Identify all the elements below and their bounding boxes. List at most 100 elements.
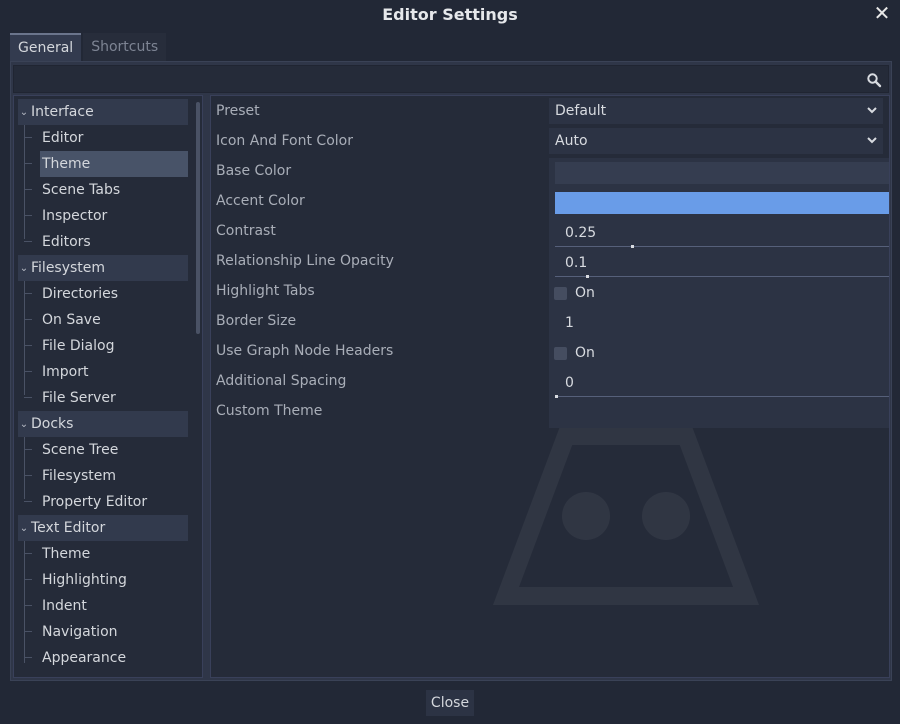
color-swatch xyxy=(555,192,889,214)
tab-general[interactable]: General xyxy=(10,33,82,61)
tree-guide xyxy=(24,475,32,476)
base-color-picker[interactable] xyxy=(549,158,889,188)
contrast-slider[interactable]: 0.25 xyxy=(549,218,889,248)
tree-guide xyxy=(24,501,32,502)
dropdown-value: Default xyxy=(555,103,607,119)
tree-guide xyxy=(24,137,32,138)
custom-theme-path-field[interactable] xyxy=(549,398,889,428)
tree-item-directories[interactable]: Directories xyxy=(42,281,188,307)
tree-item-label: Highlighting xyxy=(42,572,127,588)
property-label: Highlight Tabs xyxy=(216,283,315,299)
tree-section-filesystem[interactable]: ⌄ Filesystem xyxy=(18,255,188,281)
property-row-additional-spacing: Additional Spacing 0 xyxy=(211,366,889,398)
search-icon xyxy=(867,73,882,88)
property-label: Use Graph Node Headers xyxy=(216,343,394,359)
tree-guide xyxy=(24,122,25,239)
tree-item-theme[interactable]: Theme xyxy=(40,151,188,177)
tree-item-label: Filesystem xyxy=(42,468,117,484)
tree-guide xyxy=(24,293,32,294)
tree-item-appearance[interactable]: Appearance xyxy=(42,645,188,671)
checkbox-box[interactable] xyxy=(554,346,567,360)
tab-shortcuts[interactable]: Shortcuts xyxy=(83,33,167,61)
tree-item-on-save[interactable]: On Save xyxy=(42,307,188,333)
tree-item-highlighting[interactable]: Highlighting xyxy=(42,567,188,593)
tree-item-label: Indent xyxy=(42,598,87,614)
tree-section-interface[interactable]: ⌄ Interface xyxy=(18,99,188,125)
tree-item-label: Import xyxy=(42,364,89,380)
property-row-preset: Preset Default xyxy=(211,96,889,126)
color-swatch xyxy=(555,162,889,184)
tree-item-label: Appearance xyxy=(42,650,127,666)
tree-item-indent[interactable]: Indent xyxy=(42,593,188,619)
property-row-border-size: Border Size 1 xyxy=(211,306,889,338)
accent-color-picker[interactable] xyxy=(549,188,889,218)
tree-guide xyxy=(24,553,32,554)
title-bar: Editor Settings ✕ xyxy=(0,0,900,28)
border-size-spinbox[interactable]: 1 xyxy=(549,308,889,338)
tree-item-navigation[interactable]: Navigation xyxy=(42,619,188,645)
highlight-tabs-checkbox[interactable]: On xyxy=(549,278,889,308)
chevron-down-icon[interactable]: ⌄ xyxy=(18,523,30,534)
property-label: Icon And Font Color xyxy=(216,133,353,149)
tree-guide xyxy=(24,371,32,372)
chevron-down-icon[interactable]: ⌄ xyxy=(18,419,30,430)
tree-guide xyxy=(24,579,32,580)
tree-item-property-editor[interactable]: Property Editor xyxy=(42,489,188,515)
property-row-accent-color: Accent Color xyxy=(211,186,889,218)
tree-guide xyxy=(24,434,25,499)
search-input[interactable] xyxy=(13,65,889,93)
icon-font-color-dropdown[interactable]: Auto xyxy=(549,128,883,154)
tree-item-inspector[interactable]: Inspector xyxy=(42,203,188,229)
tree-item-scene-tree[interactable]: Scene Tree xyxy=(42,437,188,463)
tree-item-editor[interactable]: Editor xyxy=(42,125,188,151)
tree-section-text-editor[interactable]: ⌄ Text Editor xyxy=(18,515,188,541)
property-row-contrast: Contrast 0.25 xyxy=(211,216,889,248)
tree-item-import[interactable]: Import xyxy=(42,359,188,385)
settings-panel: ⌄ Interface Editor Theme Scene Tabs Insp… xyxy=(10,61,892,681)
checkbox-box[interactable] xyxy=(554,286,567,300)
tree-item-label: File Dialog xyxy=(42,338,115,354)
tree-item-label: File Server xyxy=(42,390,116,406)
settings-category-tree[interactable]: ⌄ Interface Editor Theme Scene Tabs Insp… xyxy=(13,95,203,678)
tree-section-docks[interactable]: ⌄ Docks xyxy=(18,411,188,437)
tree-guide xyxy=(24,605,32,606)
tree-item-editors[interactable]: Editors xyxy=(42,229,188,255)
tree-item-label: Inspector xyxy=(42,208,108,224)
property-label: Additional Spacing xyxy=(216,373,347,389)
property-row-custom-theme: Custom Theme xyxy=(211,396,889,428)
tree-item-file-dialog[interactable]: File Dialog xyxy=(42,333,188,359)
chevron-down-icon[interactable]: ⌄ xyxy=(18,263,30,274)
property-row-graph-node-headers: Use Graph Node Headers On xyxy=(211,336,889,368)
chevron-down-icon[interactable]: ⌄ xyxy=(18,107,30,118)
tree-guide xyxy=(24,657,32,658)
property-label: Relationship Line Opacity xyxy=(216,253,394,269)
property-label: Custom Theme xyxy=(216,403,323,419)
tree-section-label: Interface xyxy=(31,104,94,120)
tree-section-label: Filesystem xyxy=(31,260,106,276)
checkbox-label: On xyxy=(575,285,595,301)
tree-item-text-theme[interactable]: Theme xyxy=(42,541,188,567)
slider-value: 0.1 xyxy=(565,255,588,271)
close-icon[interactable]: ✕ xyxy=(870,1,894,25)
tree-item-filesystem[interactable]: Filesystem xyxy=(42,463,188,489)
graph-node-headers-checkbox[interactable]: On xyxy=(549,338,889,368)
additional-spacing-slider[interactable]: 0 xyxy=(549,368,889,398)
tree-guide xyxy=(24,163,32,164)
tree-item-label: Theme xyxy=(42,546,91,562)
relationship-line-opacity-slider[interactable]: 0.1 xyxy=(549,248,889,278)
property-label: Border Size xyxy=(216,313,297,329)
property-label: Accent Color xyxy=(216,193,305,209)
tree-scrollbar[interactable] xyxy=(196,102,200,334)
chevron-down-icon xyxy=(867,107,877,114)
checkbox-label: On xyxy=(575,345,595,361)
dropdown-value: Auto xyxy=(555,133,588,149)
tree-item-scene-tabs[interactable]: Scene Tabs xyxy=(42,177,188,203)
tree-item-label: Theme xyxy=(42,156,91,172)
close-button[interactable]: Close xyxy=(426,690,474,716)
tree-item-file-server[interactable]: File Server xyxy=(42,385,188,411)
tree-item-label: Navigation xyxy=(42,624,118,640)
preset-dropdown[interactable]: Default xyxy=(549,98,883,124)
spinbox-value: 1 xyxy=(565,315,574,331)
tree-guide xyxy=(24,189,32,190)
tree-item-label: Scene Tree xyxy=(42,442,119,458)
